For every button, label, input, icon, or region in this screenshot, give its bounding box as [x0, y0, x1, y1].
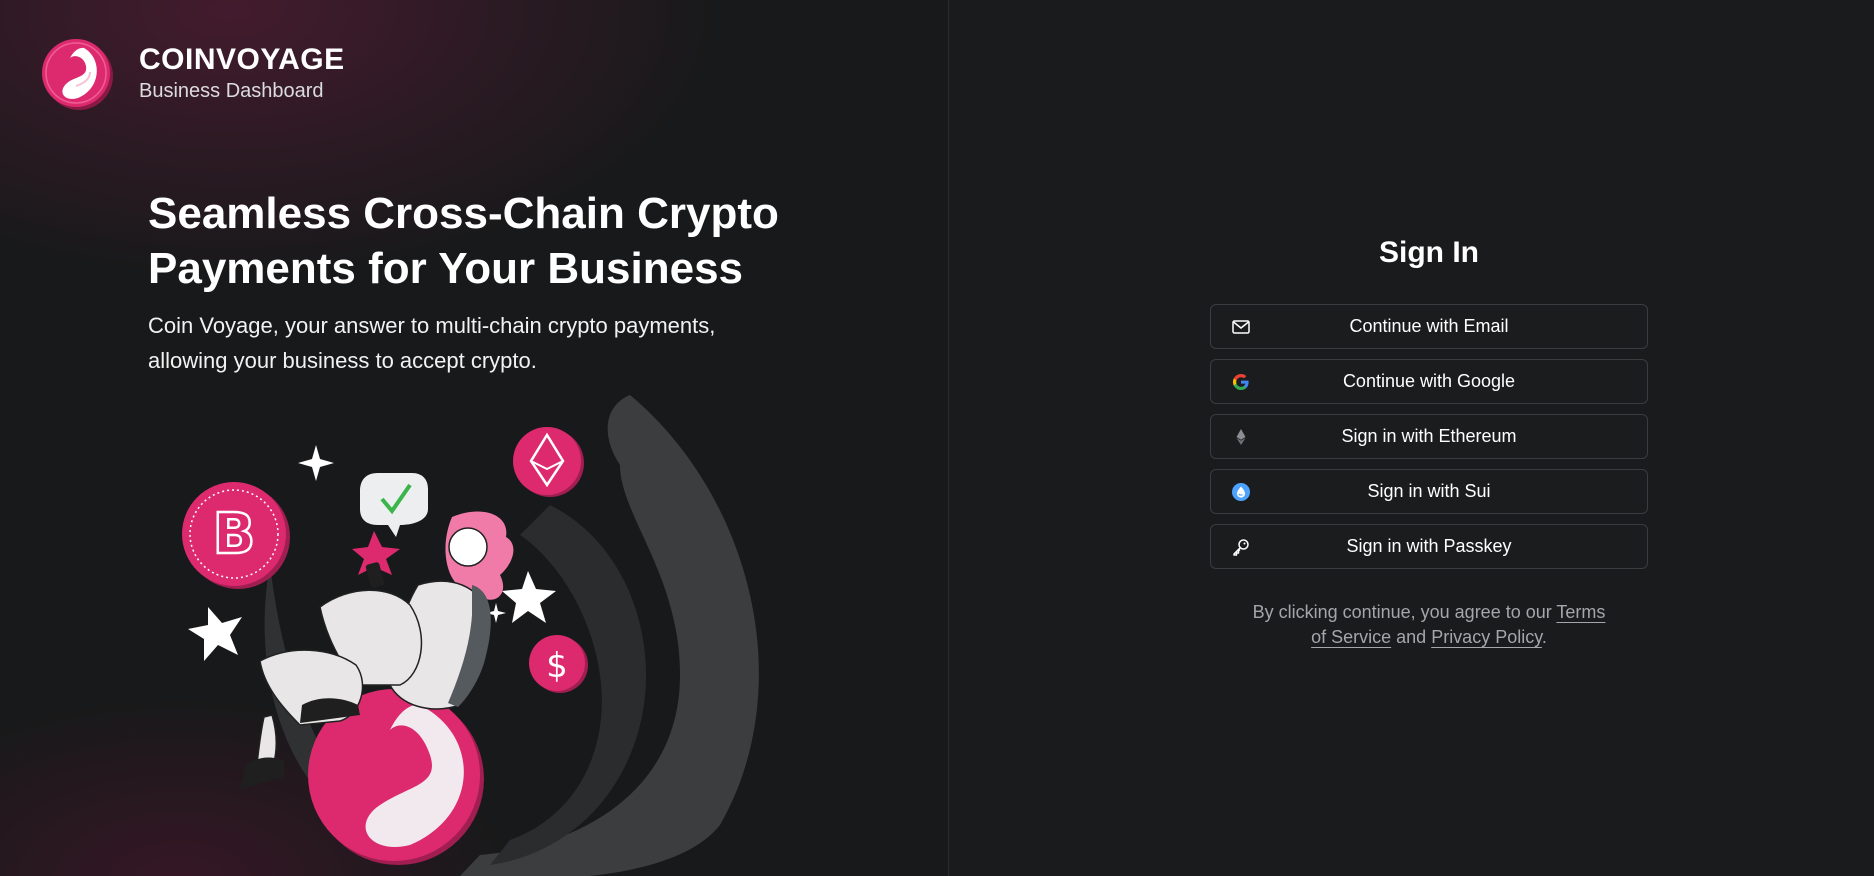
google-icon [1233, 374, 1249, 390]
legal-and: and [1391, 627, 1432, 647]
hero-title: Seamless Cross-Chain Crypto Payments for… [148, 186, 808, 296]
sparkle-icon [298, 445, 334, 481]
hero-copy: Seamless Cross-Chain Crypto Payments for… [148, 186, 808, 378]
button-label: Continue with Email [1349, 316, 1509, 336]
legal-line-2: of Service and Privacy Policy. [1210, 625, 1648, 650]
star-icon [502, 571, 556, 623]
coinvoyage-logo-icon [42, 39, 113, 110]
bitcoin-coin-icon: B [182, 482, 290, 589]
star-icon [188, 607, 242, 661]
continue-with-email-button[interactable]: Continue with Email [1210, 304, 1648, 349]
legal-prefix: By clicking continue, you agree to our [1252, 602, 1557, 622]
legal-notice: By clicking continue, you agree to our T… [1210, 600, 1648, 650]
hero-description-line: Coin Voyage, your answer to multi-chain … [148, 313, 716, 338]
check-bubble-icon [360, 473, 428, 537]
hero-panel: COINVOYAGE Business Dashboard Seamless C… [0, 0, 949, 876]
legal-line-1: By clicking continue, you agree to our T… [1210, 600, 1648, 625]
sui-icon [1232, 483, 1250, 501]
svg-text:$: $ [546, 646, 568, 686]
hero-description-line: allowing your business to accept crypto. [148, 348, 537, 373]
button-label: Sign in with Ethereum [1341, 426, 1517, 446]
signin-title: Sign In [1379, 236, 1479, 269]
hero-description: Coin Voyage, your answer to multi-chain … [148, 308, 808, 378]
ethereum-coin-icon [513, 427, 584, 497]
legal-suffix: . [1541, 627, 1547, 647]
sign-in-with-passkey-button[interactable]: Sign in with Passkey [1210, 524, 1648, 569]
sign-in-with-ethereum-button[interactable]: Sign in with Ethereum [1210, 414, 1648, 459]
button-label: Sign in with Sui [1367, 481, 1491, 501]
terms-of-service-link[interactable]: Terms [1556, 602, 1605, 622]
privacy-policy-link[interactable]: Privacy Policy [1431, 627, 1542, 647]
crypto-illustration: B $ [182, 395, 759, 876]
continue-with-google-button[interactable]: Continue with Google [1210, 359, 1648, 404]
dollar-coin-icon: $ [529, 635, 588, 693]
button-label: Continue with Google [1342, 371, 1516, 391]
sign-in-with-sui-button[interactable]: Sign in with Sui [1210, 469, 1648, 514]
hero-title-line: Payments for Your Business [148, 244, 744, 293]
svg-text:B: B [213, 502, 256, 567]
signin-panel: Sign In Continue with Email Continue wit… [949, 0, 1874, 876]
hero-title-line: Seamless Cross-Chain Crypto [148, 189, 779, 238]
button-label: Sign in with Passkey [1346, 536, 1512, 556]
mail-icon [1232, 320, 1250, 334]
brand-name: COINVOYAGE [139, 43, 345, 76]
terms-of-service-link[interactable]: of Service [1311, 627, 1391, 647]
brand-header: COINVOYAGE Business Dashboard [40, 36, 345, 110]
key-icon [1233, 539, 1249, 556]
ethereum-icon [1236, 429, 1246, 445]
brand-subtitle: Business Dashboard [139, 80, 324, 102]
